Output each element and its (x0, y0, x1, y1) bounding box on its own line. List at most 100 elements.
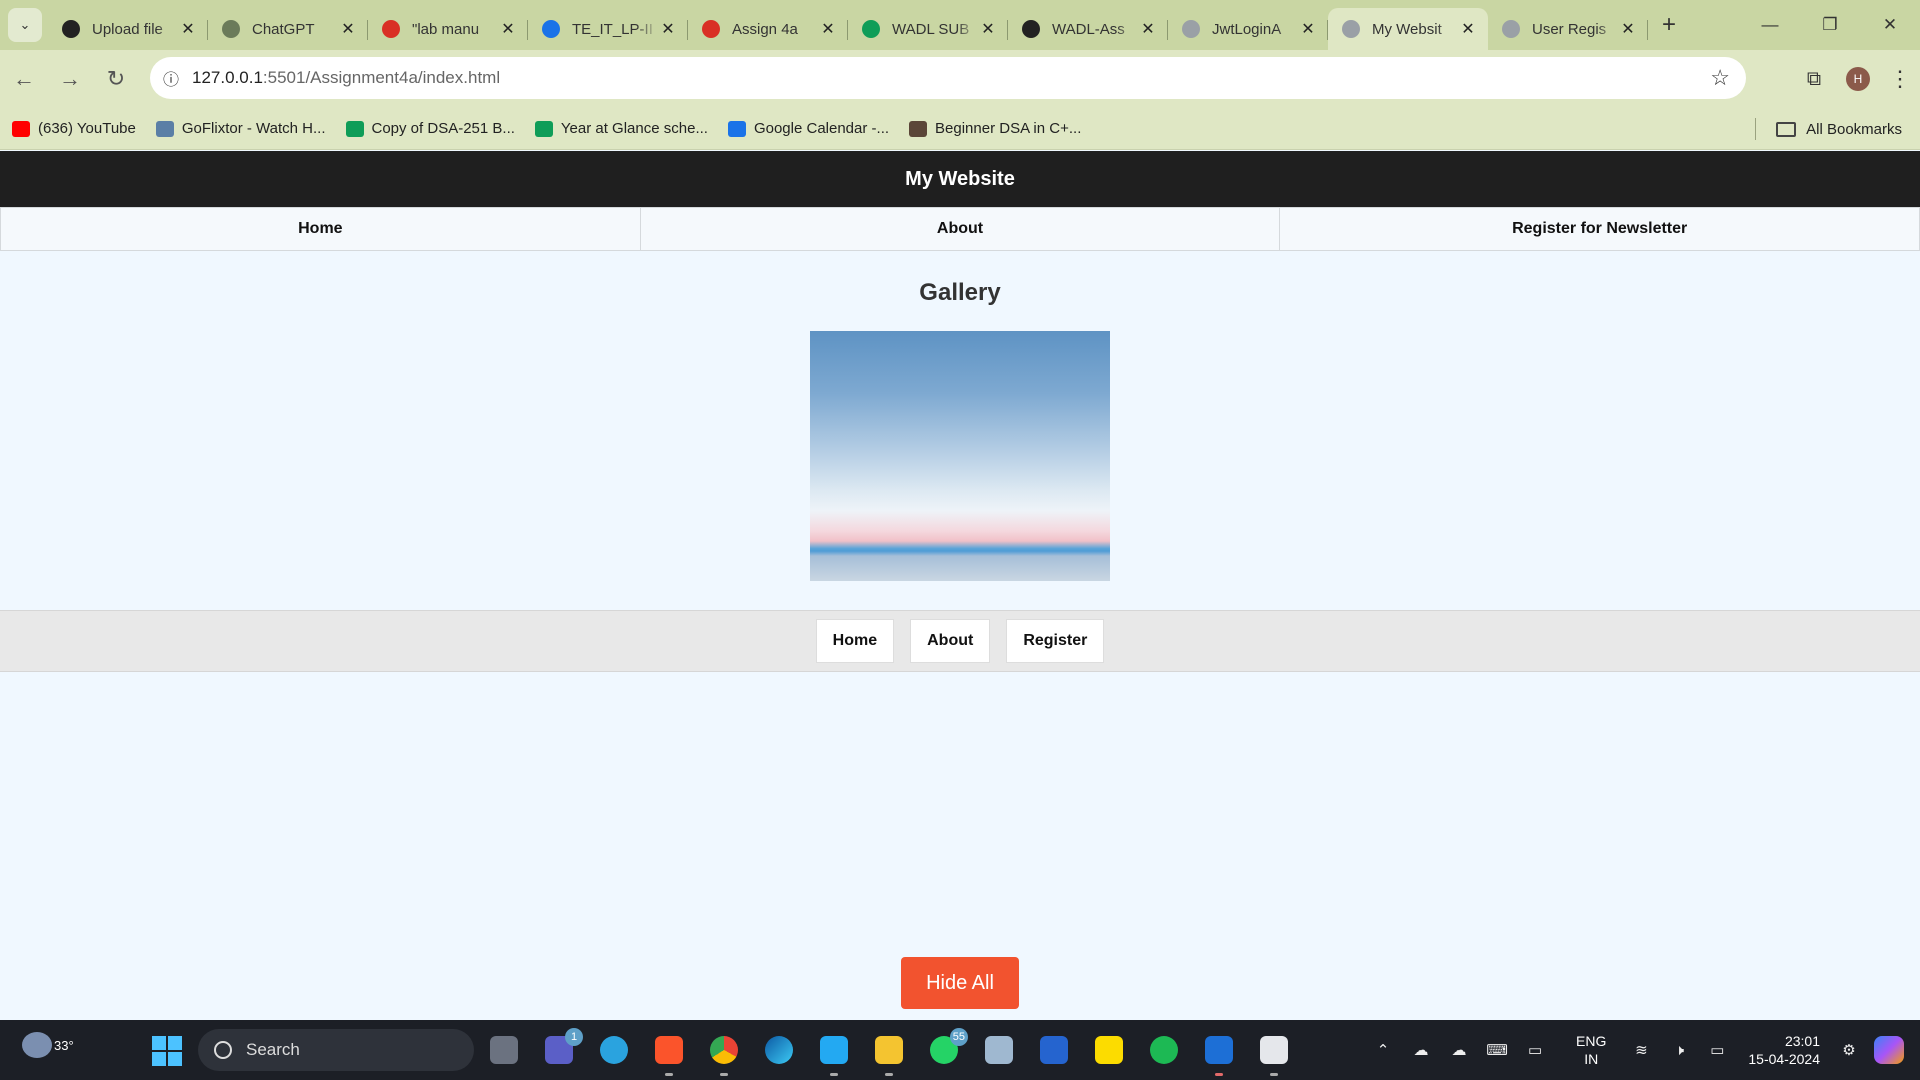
close-tab-icon[interactable]: ✕ (338, 19, 358, 39)
brave-icon[interactable] (651, 1028, 687, 1076)
teams-icon[interactable]: 1 (541, 1028, 583, 1072)
file-explorer-icon[interactable] (871, 1028, 907, 1076)
address-bar[interactable]: ⓘ 127.0.0.1:5501/Assignment4a/index.html… (150, 57, 1746, 99)
clock[interactable]: 23:01 15-04-2024 (1748, 1032, 1820, 1068)
all-bookmarks-button[interactable]: All Bookmarks (1755, 108, 1902, 150)
browser-tab[interactable]: TE_IT_LP-II ✕ (528, 8, 688, 50)
edge-icon[interactable] (761, 1028, 797, 1072)
browser-tab[interactable]: WADL SUB ✕ (848, 8, 1008, 50)
nav-about-link[interactable]: About (641, 208, 1281, 250)
copilot-icon[interactable] (1874, 1036, 1904, 1064)
telegram-icon[interactable] (596, 1028, 632, 1072)
temperature: 33° (54, 1037, 74, 1053)
back-button[interactable]: ← (2, 57, 46, 101)
bookmark-item[interactable]: (636) YouTube (12, 120, 136, 137)
bookmark-item[interactable]: GoFlixtor - Watch H... (155, 120, 326, 137)
tab-title: ChatGPT (252, 20, 315, 38)
hide-all-button[interactable]: Hide All (901, 957, 1019, 1009)
extensions-icon[interactable]: ⧉ (1792, 57, 1836, 101)
browser-tab[interactable]: JwtLoginA ✕ (1168, 8, 1328, 50)
close-tab-icon[interactable]: ✕ (658, 19, 678, 39)
reload-button[interactable]: ↻ (94, 57, 138, 101)
footer-register-button[interactable]: Register (1006, 619, 1105, 663)
browser-tab[interactable]: "lab manu ✕ (368, 8, 528, 50)
nav-home-link[interactable]: Home (1, 208, 641, 250)
gallery-heading: Gallery (919, 279, 1001, 306)
close-window-icon[interactable]: ✕ (1860, 0, 1920, 50)
vscode-icon[interactable] (816, 1028, 852, 1076)
bookmark-star-icon[interactable]: ☆ (1710, 65, 1730, 91)
bookmark-item[interactable]: Year at Glance sche... (534, 120, 708, 137)
whatsapp-icon[interactable]: 55 (926, 1028, 968, 1072)
weather-widget[interactable]: 33° (22, 1032, 74, 1058)
minimize-icon[interactable]: — (1740, 0, 1800, 50)
site-nav: Home About Register for Newsletter (0, 207, 1920, 251)
drive-icon (542, 20, 560, 38)
footer-about-button[interactable]: About (910, 619, 991, 663)
close-tab-icon[interactable]: ✕ (978, 19, 998, 39)
snipping-tool-icon[interactable] (1256, 1028, 1292, 1076)
close-tab-icon[interactable]: ✕ (1138, 19, 1158, 39)
url-path: :5501/Assignment4a/index.html (262, 68, 501, 87)
settings-gear-icon[interactable]: ⚙ (1834, 1040, 1864, 1060)
bookmark-label: Copy of DSA-251 B... (371, 120, 515, 137)
speaker-muted-icon[interactable]: 🕨 (1664, 1040, 1694, 1060)
task-view-icon[interactable] (486, 1028, 522, 1072)
close-tab-icon[interactable]: ✕ (1298, 19, 1318, 39)
forward-button[interactable]: → (48, 57, 92, 101)
github-icon (1022, 20, 1040, 38)
nav-register-newsletter-link[interactable]: Register for Newsletter (1280, 208, 1919, 250)
whatsapp-badge: 55 (949, 1028, 968, 1046)
onedrive-icon[interactable]: ☁ (1406, 1040, 1436, 1060)
url-text: 127.0.0.1:5501/Assignment4a/index.html (192, 68, 500, 88)
chevron-up-icon[interactable]: ⌃ (1368, 1040, 1398, 1060)
wifi-icon[interactable]: ≋ (1626, 1040, 1656, 1060)
tab-search-button[interactable]: ⌄ (8, 8, 42, 42)
globe-icon (1342, 20, 1360, 38)
close-tab-icon[interactable]: ✕ (178, 19, 198, 39)
profile-avatar[interactable]: H (1846, 67, 1870, 91)
bookmark-item[interactable]: Beginner DSA in C+... (909, 120, 1081, 137)
tab-list: Upload file ✕ ChatGPT ✕ "lab manu ✕ TE_IT_LP-I… (48, 8, 1648, 50)
todo-icon[interactable] (1036, 1028, 1072, 1072)
chrome-icon[interactable] (706, 1028, 742, 1076)
taskbar-search[interactable]: Search (198, 1029, 474, 1071)
spotify-icon[interactable] (1146, 1028, 1182, 1072)
keyboard-icon[interactable]: ⌨ (1482, 1040, 1512, 1060)
goflixtor-icon (155, 120, 174, 137)
sticky-notes-icon[interactable] (1091, 1028, 1127, 1072)
browser-tab[interactable]: Assign 4a ✕ (688, 8, 848, 50)
virtualbox-icon[interactable] (981, 1028, 1017, 1072)
tab-title: JwtLoginA (1212, 20, 1282, 38)
bookmark-item[interactable]: Copy of DSA-251 B... (345, 120, 515, 137)
url-host: 127.0.0.1 (192, 68, 263, 87)
browser-tab[interactable]: WADL-Ass ✕ (1008, 8, 1168, 50)
start-button[interactable] (152, 1036, 182, 1066)
site-info-icon[interactable]: ⓘ (150, 66, 192, 90)
onedrive-sync-icon[interactable]: ☁ (1444, 1040, 1474, 1060)
bookmark-item[interactable]: Google Calendar -... (727, 120, 889, 137)
browser-tab[interactable]: Upload file ✕ (48, 8, 208, 50)
security-shield-icon[interactable] (1201, 1028, 1237, 1076)
tab-title: TE_IT_LP-II (572, 20, 653, 38)
new-tab-button[interactable]: + (1652, 8, 1686, 42)
browser-tab[interactable]: ChatGPT ✕ (208, 8, 368, 50)
close-tab-icon[interactable]: ✕ (498, 19, 518, 39)
browser-tab[interactable]: My Websit ✕ (1328, 8, 1488, 50)
tab-title: "lab manu (412, 20, 480, 38)
footer-home-button[interactable]: Home (815, 619, 895, 663)
close-tab-icon[interactable]: ✕ (1458, 19, 1478, 39)
close-tab-icon[interactable]: ✕ (818, 19, 838, 39)
browser-menu-icon[interactable]: ⋮ (1880, 57, 1920, 101)
restore-icon[interactable]: ❐ (1800, 0, 1860, 50)
display-icon[interactable]: ▭ (1520, 1040, 1550, 1060)
gmail-icon (382, 20, 400, 38)
region-code: IN (1584, 1051, 1599, 1067)
system-tray: ⌃ ☁ ☁ ⌨ ▭ ENG IN ≋ 🕨 ▭ 23:01 15-04-2024 … (1364, 1020, 1920, 1080)
battery-icon[interactable]: ▭ (1702, 1040, 1732, 1060)
language-indicator[interactable]: ENG IN (1576, 1032, 1606, 1068)
globe-icon (1502, 20, 1520, 38)
browser-tab[interactable]: User Regis ✕ (1488, 8, 1648, 50)
close-tab-icon[interactable]: ✕ (1618, 19, 1638, 39)
site-header: My Website (0, 151, 1920, 207)
